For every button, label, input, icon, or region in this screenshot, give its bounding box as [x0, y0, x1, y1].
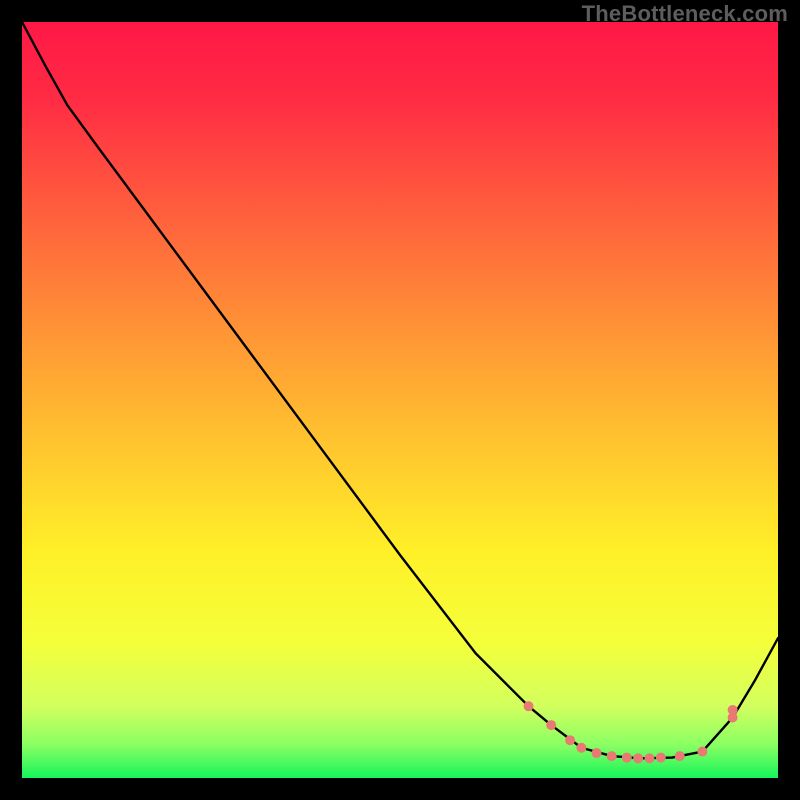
marker-dot	[565, 735, 575, 745]
chart-stage: TheBottleneck.com	[0, 0, 800, 800]
marker-dot	[675, 751, 685, 761]
marker-dot	[728, 705, 738, 715]
marker-dot	[633, 753, 643, 763]
marker-dot	[592, 748, 602, 758]
marker-dot	[576, 743, 586, 753]
marker-dot	[546, 720, 556, 730]
watermark-label: TheBottleneck.com	[582, 1, 788, 27]
marker-dot	[607, 751, 617, 761]
chart-svg	[0, 0, 800, 800]
plot-background	[22, 22, 778, 778]
marker-dot	[656, 753, 666, 763]
marker-dot	[644, 753, 654, 763]
marker-dot	[697, 747, 707, 757]
marker-dot	[622, 753, 632, 763]
marker-dot	[524, 701, 534, 711]
